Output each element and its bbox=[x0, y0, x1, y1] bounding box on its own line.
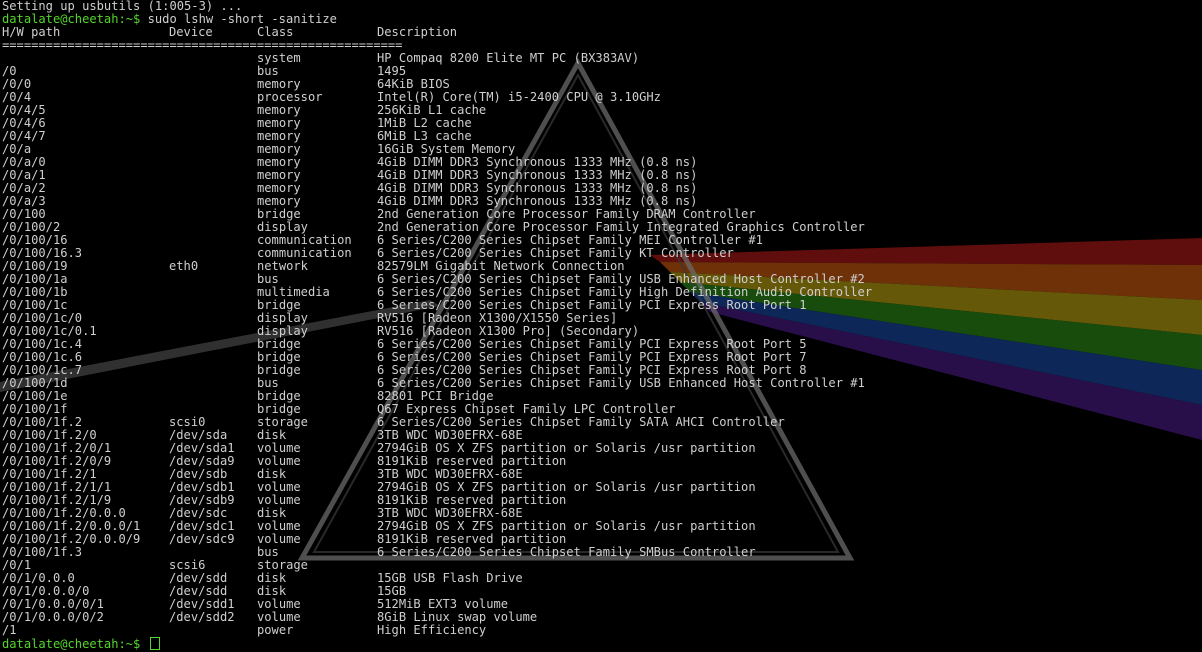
table-row: /0/4/6 memory 1MiB L2 cache bbox=[2, 117, 472, 130]
table-row: /0/a/0 memory 4GiB DIMM DDR3 Synchronous 1… bbox=[2, 156, 697, 169]
cell-description: HP Compaq 8200 Elite MT PC (BX383AV) bbox=[377, 51, 640, 65]
final-prompt-line[interactable]: datalate@cheetah:~$ bbox=[2, 637, 402, 651]
cell-device: /dev/sdd2 bbox=[169, 610, 235, 624]
hardware-table: system HP Compaq 8200 Elite MT PC (BX383A… bbox=[2, 52, 872, 637]
shell-prompt: datalate@cheetah:~$ bbox=[2, 12, 141, 26]
cell-device: eth0 bbox=[169, 259, 199, 273]
table-row: /0 bus 1495 bbox=[2, 65, 406, 78]
table-row: /0/a/2 memory 4GiB DIMM DDR3 Synchronous 1… bbox=[2, 182, 697, 195]
table-row: /0/a memory 16GiB System Memory bbox=[2, 143, 515, 156]
table-row: /0/0 memory 64KiB BIOS bbox=[2, 78, 450, 91]
terminal-window[interactable]: Setting up usbutils (1:005-3) ... datala… bbox=[2, 0, 872, 651]
cell-hw-path: /1 bbox=[2, 623, 17, 637]
table-row: system HP Compaq 8200 Elite MT PC (BX383A… bbox=[2, 52, 639, 65]
cell-description: 6 Series/C200 Series Chipset Family SMBu… bbox=[377, 545, 756, 559]
table-row: /0/4 processor Intel(R) Core(TM) i5-2400 C… bbox=[2, 91, 661, 104]
cell-hw-path: /0/1/0.0.0/0/2 bbox=[2, 610, 104, 624]
table-row: /0/1/0.0.0/0/2/dev/sdd2 volume 8GiB Linux … bbox=[2, 610, 537, 624]
shell-prompt: datalate@cheetah:~$ bbox=[2, 637, 141, 651]
cell-device: /dev/sdc9 bbox=[169, 532, 235, 546]
header-separator: ========================================… bbox=[2, 38, 403, 52]
table-row: /1 power High Efficiency bbox=[2, 623, 486, 637]
table-row: /0/100 bridge 2nd Generation Core Processo… bbox=[2, 208, 756, 221]
cursor bbox=[149, 637, 160, 650]
cell-class: power bbox=[257, 623, 294, 637]
table-row: /0/4/7 memory 6MiB L3 cache bbox=[2, 130, 472, 143]
table-row: /0/4/5 memory 256KiB L1 cache bbox=[2, 104, 486, 117]
table-row: /0/a/1 memory 4GiB DIMM DDR3 Synchronous 1… bbox=[2, 169, 697, 182]
command-text: sudo lshw -short -sanitize bbox=[147, 12, 337, 26]
table-row: /0/a/3 memory 4GiB DIMM DDR3 Synchronous 1… bbox=[2, 195, 697, 208]
cell-description: High Efficiency bbox=[377, 623, 487, 637]
